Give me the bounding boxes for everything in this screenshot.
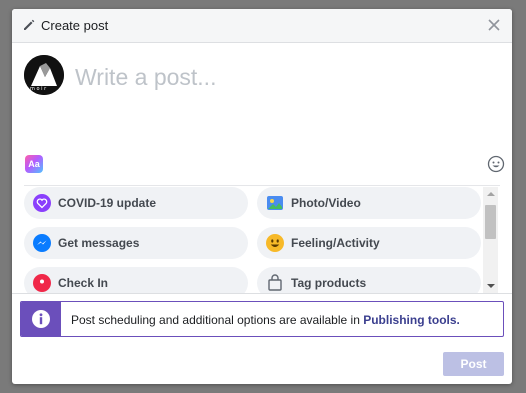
notice-message: Post scheduling and additional options a…: [71, 313, 364, 327]
scroll-up-arrow-icon[interactable]: [483, 187, 498, 201]
post-button[interactable]: Post: [443, 352, 504, 376]
option-covid-19-update[interactable]: COVID-19 update: [24, 187, 248, 219]
publishing-tools-notice: Post scheduling and additional options a…: [20, 301, 504, 337]
option-check-in[interactable]: Check In: [24, 267, 248, 293]
text-format-label: Aa: [28, 159, 40, 169]
option-label: COVID-19 update: [58, 196, 157, 210]
photo-icon: [267, 196, 283, 210]
avatar[interactable]: m o i r: [24, 55, 64, 95]
scroll-down-arrow-icon[interactable]: [483, 279, 498, 293]
option-photo-video[interactable]: Photo/Video: [257, 187, 481, 219]
option-tag-products[interactable]: Tag products: [257, 267, 481, 293]
smiley-icon: [266, 234, 284, 252]
messenger-icon: [33, 234, 51, 252]
close-icon[interactable]: [486, 17, 502, 33]
text-format-button[interactable]: Aa: [25, 155, 43, 173]
dialog-header: Create post: [12, 9, 512, 43]
post-text-input[interactable]: [75, 61, 475, 93]
heart-icon: [33, 194, 51, 212]
option-label: Photo/Video: [291, 196, 361, 210]
location-pin-icon: [33, 274, 51, 292]
shopping-bag-icon: [268, 274, 282, 291]
pencil-icon: [24, 19, 35, 30]
options-scrollbar[interactable]: [483, 187, 498, 293]
svg-text:m o i r: m o i r: [30, 86, 47, 92]
option-label: Get messages: [58, 236, 140, 250]
dialog-title: Create post: [41, 18, 109, 33]
footer-divider: [12, 293, 512, 294]
notice-text: Post scheduling and additional options a…: [71, 313, 460, 327]
option-label: Feeling/Activity: [291, 236, 380, 250]
page-logo-icon: m o i r: [24, 55, 64, 95]
emoji-icon[interactable]: [487, 155, 505, 173]
create-post-dialog: Create post m o i r Aa COVID-19 update: [12, 9, 512, 384]
option-get-messages[interactable]: Get messages: [24, 227, 248, 259]
option-label: Check In: [58, 276, 109, 290]
option-feeling-activity[interactable]: Feeling/Activity: [257, 227, 481, 259]
post-options-list: COVID-19 update Photo/Video Get messages: [24, 187, 482, 293]
option-label: Tag products: [291, 276, 367, 290]
composer-divider: [24, 185, 500, 186]
scrollbar-thumb[interactable]: [485, 205, 496, 239]
publishing-tools-link[interactable]: Publishing tools.: [363, 313, 460, 327]
info-icon: [32, 310, 50, 328]
